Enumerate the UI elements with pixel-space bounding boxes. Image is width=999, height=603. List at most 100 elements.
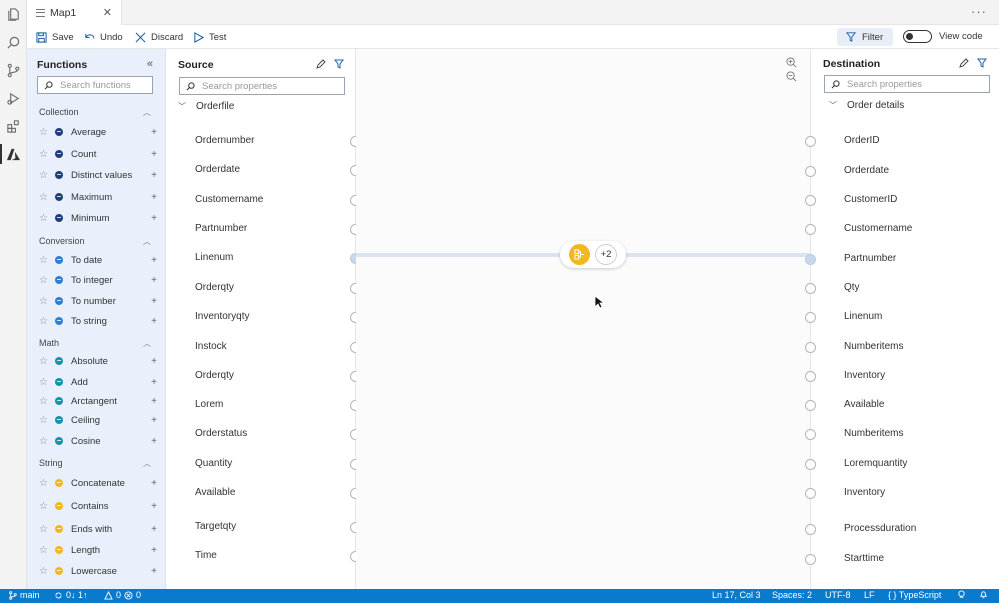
function-item[interactable]: ☆ Contains + xyxy=(39,499,157,513)
star-icon[interactable]: ☆ xyxy=(39,478,49,489)
add-icon[interactable]: + xyxy=(151,478,157,489)
mapping-canvas[interactable]: +2 xyxy=(356,49,810,589)
destination-field[interactable]: Orderdate xyxy=(844,165,889,176)
add-icon[interactable]: + xyxy=(151,316,157,327)
destination-field[interactable]: Available xyxy=(844,399,884,410)
category-3[interactable]: String xyxy=(39,458,63,468)
language-mode[interactable]: { } TypeScript xyxy=(888,590,941,600)
destination-root[interactable]: ﹀ Order details xyxy=(829,100,904,111)
branch-indicator[interactable]: main xyxy=(8,590,40,600)
source-field[interactable]: Orderstatus xyxy=(195,428,247,439)
function-item[interactable]: ☆ Average + xyxy=(39,125,157,139)
filter-icon[interactable] xyxy=(334,59,344,69)
destination-connector[interactable] xyxy=(805,283,816,294)
function-item[interactable]: ☆ Length + xyxy=(39,543,157,557)
problems-indicator[interactable]: 0 0 xyxy=(104,590,141,600)
run-debug-icon[interactable] xyxy=(5,90,22,107)
add-icon[interactable]: + xyxy=(151,524,157,535)
destination-field[interactable]: Inventory xyxy=(844,487,885,498)
destination-connector[interactable] xyxy=(805,195,816,206)
star-icon[interactable]: ☆ xyxy=(39,170,49,181)
star-icon[interactable]: ☆ xyxy=(39,396,49,407)
view-code-toggle[interactable] xyxy=(903,30,932,43)
destination-field[interactable]: Qty xyxy=(844,282,860,293)
source-field[interactable]: Linenum xyxy=(195,252,233,263)
destination-connector[interactable] xyxy=(805,400,816,411)
function-item[interactable]: ☆ To integer + xyxy=(39,273,157,287)
star-icon[interactable]: ☆ xyxy=(39,296,49,307)
search-destination-input[interactable]: Search properties xyxy=(824,75,990,93)
source-field[interactable]: Customername xyxy=(195,194,263,205)
function-item[interactable]: ☆ Lowercase + xyxy=(39,564,157,578)
destination-connector[interactable] xyxy=(805,459,816,470)
function-item[interactable]: ☆ Ceiling + xyxy=(39,413,157,427)
destination-connector[interactable] xyxy=(805,312,816,323)
sync-indicator[interactable]: 0↓ 1↑ xyxy=(54,590,88,600)
star-icon[interactable]: ☆ xyxy=(39,275,49,286)
destination-field[interactable]: Linenum xyxy=(844,311,882,322)
destination-connector[interactable] xyxy=(805,554,816,565)
source-field[interactable]: Time xyxy=(195,550,217,561)
source-field[interactable]: Available xyxy=(195,487,235,498)
source-field[interactable]: Orderdate xyxy=(195,164,240,175)
test-button[interactable]: Test xyxy=(193,29,226,45)
star-icon[interactable]: ☆ xyxy=(39,436,49,447)
destination-field[interactable]: Partnumber xyxy=(844,253,896,264)
chevron-up-icon[interactable]: ︿ xyxy=(143,458,151,469)
function-item[interactable]: ☆ Absolute + xyxy=(39,354,157,368)
destination-connector[interactable] xyxy=(805,136,816,147)
destination-connector[interactable] xyxy=(805,166,816,177)
add-icon[interactable]: + xyxy=(151,566,157,577)
destination-field[interactable]: Processduration xyxy=(844,523,916,534)
star-icon[interactable]: ☆ xyxy=(39,192,49,203)
destination-field[interactable]: Starttime xyxy=(844,553,884,564)
add-icon[interactable]: + xyxy=(151,377,157,388)
save-button[interactable]: Save xyxy=(36,29,74,45)
function-item[interactable]: ☆ Count + xyxy=(39,147,157,161)
function-item[interactable]: ☆ Ends with + xyxy=(39,522,157,536)
source-field[interactable]: Orderqty xyxy=(195,370,234,381)
star-icon[interactable]: ☆ xyxy=(39,501,49,512)
category-0[interactable]: Collection xyxy=(39,107,79,117)
tab-map1[interactable]: Map1 ✕ xyxy=(27,0,122,25)
function-item[interactable]: ☆ Cosine + xyxy=(39,434,157,448)
add-icon[interactable]: + xyxy=(151,545,157,556)
star-icon[interactable]: ☆ xyxy=(39,524,49,535)
function-item[interactable]: ☆ To date + xyxy=(39,253,157,267)
add-icon[interactable]: + xyxy=(151,255,157,266)
function-item[interactable]: ☆ Add + xyxy=(39,375,157,389)
function-item[interactable]: ☆ Distinct values + xyxy=(39,168,157,182)
star-icon[interactable]: ☆ xyxy=(39,213,49,224)
chevron-up-icon[interactable]: ︿ xyxy=(143,107,151,118)
destination-field[interactable]: Customername xyxy=(844,223,912,234)
line-ending[interactable]: LF xyxy=(864,590,875,600)
source-field[interactable]: Partnumber xyxy=(195,223,247,234)
destination-field[interactable]: Numberitems xyxy=(844,341,903,352)
search-icon[interactable] xyxy=(5,34,22,51)
add-icon[interactable]: + xyxy=(151,396,157,407)
function-item[interactable]: ☆ Concatenate + xyxy=(39,476,157,490)
star-icon[interactable]: ☆ xyxy=(39,545,49,556)
chevron-up-icon[interactable]: ︿ xyxy=(143,236,151,247)
destination-connector[interactable] xyxy=(805,224,816,235)
zoom-in-icon[interactable] xyxy=(786,57,797,71)
category-2[interactable]: Math xyxy=(39,338,59,348)
function-item[interactable]: ☆ Maximum + xyxy=(39,190,157,204)
filter-button[interactable]: Filter xyxy=(837,28,893,46)
destination-connector[interactable] xyxy=(805,524,816,535)
discard-button[interactable]: Discard xyxy=(135,29,183,45)
add-icon[interactable]: + xyxy=(151,296,157,307)
undo-button[interactable]: Undo xyxy=(84,29,123,45)
more-actions-icon[interactable]: ··· xyxy=(971,4,987,19)
source-field[interactable]: Lorem xyxy=(195,399,223,410)
destination-connector[interactable] xyxy=(805,429,816,440)
star-icon[interactable]: ☆ xyxy=(39,377,49,388)
source-field[interactable]: Targetqty xyxy=(195,521,236,532)
source-root[interactable]: ﹀ Orderfile xyxy=(178,101,234,112)
add-icon[interactable]: + xyxy=(151,149,157,160)
add-icon[interactable]: + xyxy=(151,192,157,203)
function-count-badge[interactable]: +2 xyxy=(595,244,617,265)
add-icon[interactable]: + xyxy=(151,415,157,426)
encoding[interactable]: UTF-8 xyxy=(825,590,851,600)
destination-connector[interactable] xyxy=(805,488,816,499)
